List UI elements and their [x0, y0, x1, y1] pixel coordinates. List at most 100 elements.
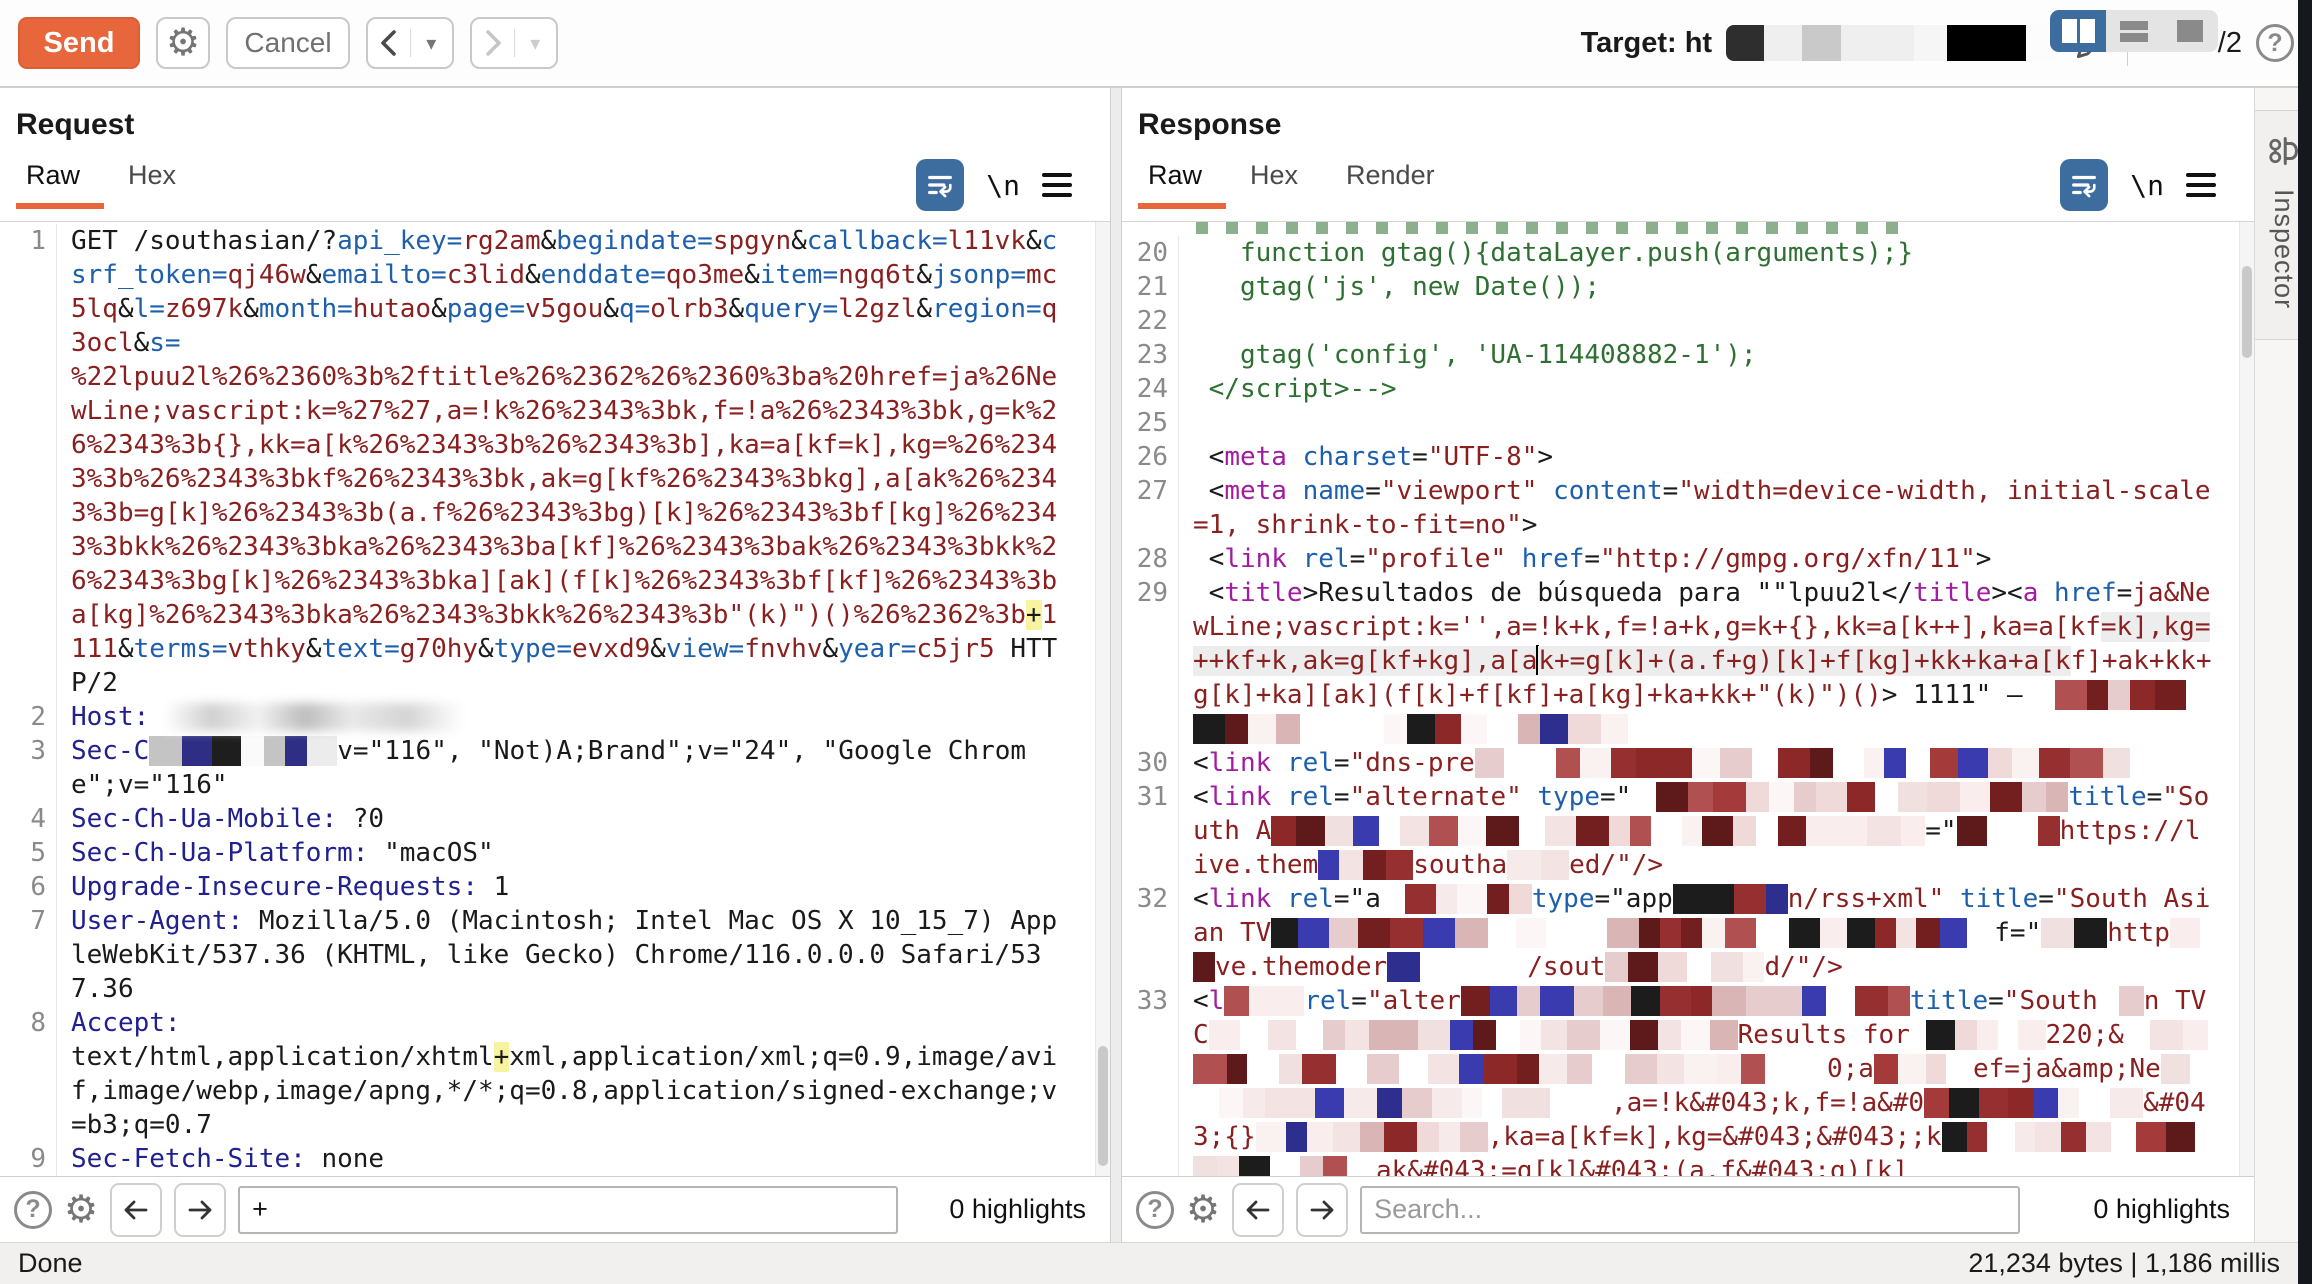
request-editor[interactable]: 1GET /southasian/?api_key=rg2am&begindat… [0, 222, 1110, 1176]
line-content[interactable]: Sec-Fetch-Site: none [57, 1142, 1110, 1176]
request-scroll-thumb[interactable] [1098, 1046, 1108, 1166]
line-content[interactable]: <link rel="atype="appn/rss+xml" title="S… [1179, 882, 2254, 984]
line-content[interactable] [1179, 304, 2254, 338]
line-content[interactable]: Accept: text/html,application/xhtml+xml,… [57, 1006, 1110, 1142]
newline-toggle[interactable]: \n [2130, 169, 2164, 202]
line-content[interactable] [1179, 406, 2254, 440]
code-line[interactable]: 20 function gtag(){dataLayer.push(argume… [1122, 236, 2254, 270]
line-content[interactable]: <lrel="altertitle="Southn TV CResults fo… [1179, 984, 2254, 1176]
code-line[interactable]: 8Accept: text/html,application/xhtml+xml… [0, 1006, 1110, 1142]
search-prev-button[interactable] [1232, 1183, 1284, 1237]
response-menu-icon[interactable] [2186, 173, 2216, 197]
cancel-button[interactable]: Cancel [226, 17, 350, 69]
line-content[interactable]: <link rel="profile" href="http://gmpg.or… [1179, 542, 2254, 576]
request-settings-button[interactable]: ⚙ [156, 17, 210, 69]
redaction-cell [1568, 714, 1601, 744]
redaction-cell [1473, 1020, 1496, 1050]
code-line[interactable]: 23 gtag('config', 'UA-114408882-1'); [1122, 338, 2254, 372]
layout-single-button[interactable] [2162, 10, 2218, 52]
code-line[interactable]: 1GET /southasian/?api_key=rg2am&begindat… [0, 224, 1110, 700]
forward-button-group[interactable]: ▾ [470, 17, 558, 69]
line-number: 4 [0, 802, 57, 836]
code-line[interactable]: 25 [1122, 406, 2254, 440]
code-line[interactable]: 31<link rel="alternate" type="title="Sou… [1122, 780, 2254, 882]
search-next-button[interactable] [1296, 1183, 1348, 1237]
redaction-cell [1746, 782, 1769, 812]
request-search-input[interactable] [238, 1186, 898, 1234]
code-line[interactable]: 7User-Agent: Mozilla/5.0 (Macintosh; Int… [0, 904, 1110, 1006]
line-content[interactable]: <link rel="dns-pre [1179, 746, 2254, 780]
redaction-cell [1867, 816, 1901, 846]
code-line[interactable]: 21 gtag('js', new Date()); [1122, 270, 2254, 304]
code-line[interactable]: 3Sec-Cv="116", "Not)A;Brand";v="24", "Go… [0, 734, 1110, 802]
target-url-redaction [1726, 25, 2057, 61]
layout-columns-button[interactable] [2050, 10, 2106, 52]
code-line[interactable]: 9Sec-Fetch-Site: none [0, 1142, 1110, 1176]
search-help-icon[interactable]: ? [14, 1191, 52, 1229]
line-content[interactable]: User-Agent: Mozilla/5.0 (Macintosh; Inte… [57, 904, 1110, 1006]
response-search-input[interactable] [1360, 1186, 2020, 1234]
line-content[interactable]: </script>--> [1179, 372, 2254, 406]
code-line[interactable]: 5Sec-Ch-Ua-Platform: "macOS" [0, 836, 1110, 870]
code-line[interactable]: 26 <meta charset="UTF-8"> [1122, 440, 2254, 474]
back-button-group[interactable]: ▾ [366, 17, 454, 69]
redaction-cell [1628, 952, 1658, 982]
search-prev-button[interactable] [110, 1183, 162, 1237]
request-scrollbar[interactable] [1095, 222, 1110, 1176]
tab-hex[interactable]: Hex [1240, 154, 1322, 209]
line-content[interactable]: function gtag(){dataLayer.push(arguments… [1179, 236, 2254, 270]
search-next-button[interactable] [174, 1183, 226, 1237]
line-content[interactable]: <link rel="alternate" type="title="South… [1179, 780, 2254, 882]
tab-hex[interactable]: Hex [118, 154, 200, 209]
newline-toggle[interactable]: \n [986, 169, 1020, 202]
code-line[interactable]: 28 <link rel="profile" href="http://gmpg… [1122, 542, 2254, 576]
code-line[interactable]: 30<link rel="dns-pre [1122, 746, 2254, 780]
word-wrap-toggle[interactable] [2060, 159, 2108, 211]
redaction-cell [1287, 1088, 1315, 1118]
response-editor[interactable]: 20 function gtag(){dataLayer.push(argume… [1122, 222, 2254, 1176]
line-content[interactable]: Sec-Ch-Ua-Platform: "macOS" [57, 836, 1110, 870]
redaction-cell [1833, 748, 1864, 778]
tab-raw[interactable]: Raw [16, 154, 104, 209]
response-code[interactable]: 20 function gtag(){dataLayer.push(argume… [1122, 234, 2254, 1176]
line-content[interactable]: GET /southasian/?api_key=rg2am&begindate… [57, 224, 1110, 700]
line-content[interactable]: <meta name="viewport" content="width=dev… [1179, 474, 2254, 542]
line-content[interactable]: <title>Resultados de búsqueda para ""lpu… [1179, 576, 2254, 746]
code-line[interactable]: 32<link rel="atype="appn/rss+xml" title=… [1122, 882, 2254, 984]
line-content[interactable]: Upgrade-Insecure-Requests: 1 [57, 870, 1110, 904]
layout-rows-button[interactable] [2106, 10, 2162, 52]
code-line[interactable]: 22 [1122, 304, 2254, 338]
back-dropdown-icon[interactable]: ▾ [411, 19, 453, 67]
line-content[interactable]: Sec-Ch-Ua-Mobile: ?0 [57, 802, 1110, 836]
back-chevron-icon[interactable] [368, 19, 410, 67]
search-settings-icon[interactable]: ⚙ [64, 1191, 98, 1229]
code-line[interactable]: 6Upgrade-Insecure-Requests: 1 [0, 870, 1110, 904]
panel-divider[interactable] [1110, 88, 1122, 1242]
help-icon[interactable]: ? [2256, 24, 2294, 62]
code-line[interactable]: 4Sec-Ch-Ua-Mobile: ?0 [0, 802, 1110, 836]
redaction-cell [2087, 680, 2108, 710]
code-line[interactable]: 33<lrel="altertitle="Southn TV CResults … [1122, 984, 2254, 1176]
line-content[interactable]: Sec-Cv="116", "Not)A;Brand";v="24", "Goo… [57, 734, 1110, 802]
code-line[interactable]: 2Host: [0, 700, 1110, 734]
redaction-cell [1692, 748, 1720, 778]
line-content[interactable]: Host: [57, 700, 1110, 734]
code-line[interactable]: 24 </script>--> [1122, 372, 2254, 406]
redaction-cell [2022, 782, 2046, 812]
line-content[interactable]: <meta charset="UTF-8"> [1179, 440, 2254, 474]
response-scroll-thumb[interactable] [2242, 266, 2252, 358]
word-wrap-toggle[interactable] [916, 159, 964, 211]
request-code[interactable]: 1GET /southasian/?api_key=rg2am&begindat… [0, 222, 1110, 1176]
tab-raw[interactable]: Raw [1138, 154, 1226, 209]
request-menu-icon[interactable] [1042, 173, 1072, 197]
search-settings-icon[interactable]: ⚙ [1186, 1191, 1220, 1229]
tab-render[interactable]: Render [1336, 154, 1459, 209]
line-content[interactable]: gtag('js', new Date()); [1179, 270, 2254, 304]
redaction-cell [1592, 1054, 1625, 1084]
response-scrollbar[interactable] [2239, 222, 2254, 1176]
search-help-icon[interactable]: ? [1136, 1191, 1174, 1229]
send-button[interactable]: Send [18, 17, 140, 69]
line-content[interactable]: gtag('config', 'UA-114408882-1'); [1179, 338, 2254, 372]
code-line[interactable]: 29 <title>Resultados de búsqueda para ""… [1122, 576, 2254, 746]
code-line[interactable]: 27 <meta name="viewport" content="width=… [1122, 474, 2254, 542]
